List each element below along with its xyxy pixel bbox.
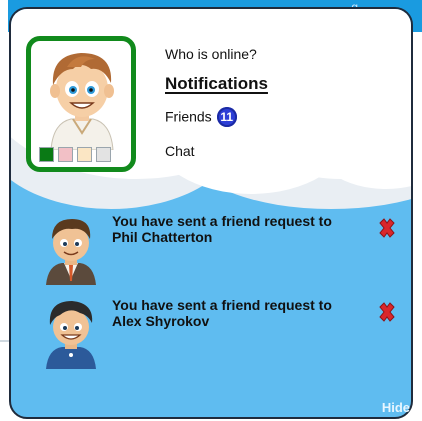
friends-link[interactable]: Friends 11 [165,107,237,128]
who-online-link[interactable]: Who is online? [165,46,257,62]
color-swatches [39,147,111,162]
hide-link[interactable]: Hide [382,400,410,415]
color-swatch-gray[interactable] [96,147,111,162]
notification-item: You have sent a friend request to Phil C… [40,213,400,285]
notification-item: You have sent a friend request to Alex S… [40,297,400,369]
profile-card[interactable] [26,36,136,172]
boy-avatar-icon [46,301,96,369]
friends-label: Friends [165,108,212,125]
notifications-title[interactable]: Notifications [165,74,268,94]
side-divider [0,340,9,342]
user-avatar-icon [50,53,114,150]
chat-link[interactable]: Chat [165,143,195,159]
notification-text: You have sent a friend request to Alex S… [112,297,332,329]
color-swatch-beige[interactable] [77,147,92,162]
friends-count-badge: 11 [216,107,237,127]
color-swatch-green[interactable] [39,147,54,162]
notification-text: You have sent a friend request to Phil C… [112,213,332,245]
color-swatch-pink[interactable] [58,147,73,162]
close-x-icon[interactable] [376,301,398,323]
close-x-icon[interactable] [376,217,398,239]
businessman-avatar-icon [46,219,96,285]
